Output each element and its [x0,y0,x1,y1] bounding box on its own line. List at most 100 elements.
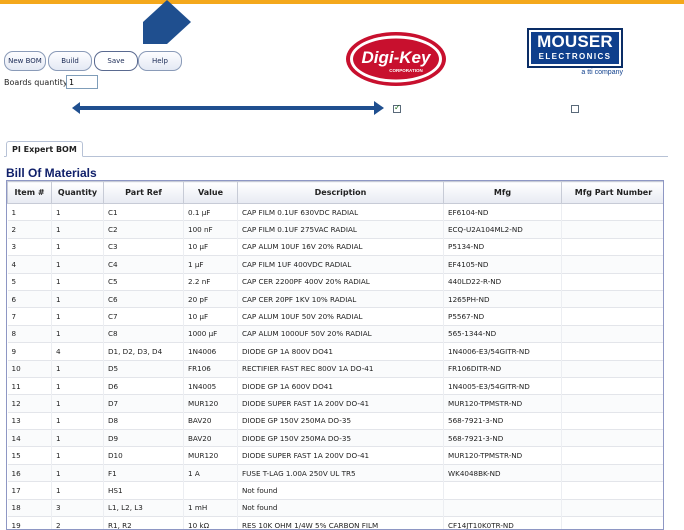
tab-pi-expert-bom[interactable]: PI Expert BOM [6,141,83,157]
tab-strip-divider [4,156,668,157]
table-cell: P5134-ND [444,238,562,255]
table-cell [562,343,665,360]
new-bom-button[interactable]: New BOM [4,51,46,71]
table-cell: 20 pF [184,290,238,307]
table-cell: C1 [104,204,184,221]
table-cell: C8 [104,325,184,342]
table-row[interactable]: 151D10MUR120DIODE SUPER FAST 1A 200V DO-… [8,447,665,464]
column-header[interactable]: Value [184,182,238,204]
table-cell: CAP FILM 0.1UF 275VAC RADIAL [238,221,444,238]
table-cell [562,360,665,377]
column-header[interactable]: Mfg Part Number [562,182,665,204]
table-cell: D7 [104,395,184,412]
table-cell: 10 kΩ [184,517,238,530]
table-cell: D8 [104,412,184,429]
table-cell: 14 [8,430,52,447]
table-cell: D1, D2, D3, D4 [104,343,184,360]
table-cell: 10 [8,360,52,377]
table-cell: 8 [8,325,52,342]
table-cell: FR106DITR-ND [444,360,562,377]
table-cell: 1 [52,395,104,412]
table-cell: 9 [8,343,52,360]
table-cell: CAP CER 2200PF 400V 20% RADIAL [238,273,444,290]
table-row[interactable]: 183L1, L2, L31 mHNot found [8,499,665,516]
table-row[interactable]: 71C710 µFCAP ALUM 10UF 50V 20% RADIALP55… [8,308,665,325]
table-cell: RECTIFIER FAST REC 800V 1A DO-41 [238,360,444,377]
table-cell: CAP ALUM 10UF 16V 20% RADIAL [238,238,444,255]
table-cell: EF4105-ND [444,256,562,273]
table-cell: DIODE SUPER FAST 1A 200V DO-41 [238,395,444,412]
table-row[interactable]: 94D1, D2, D3, D41N4006DIODE GP 1A 800V D… [8,343,665,360]
table-row[interactable]: 81C81000 µFCAP ALUM 1000UF 50V 20% RADIA… [8,325,665,342]
table-cell: MUR120-TPMSTR-ND [444,447,562,464]
column-header[interactable]: Description [238,182,444,204]
table-row[interactable]: 11C10.1 µFCAP FILM 0.1UF 630VDC RADIALEF… [8,204,665,221]
table-cell: 5 [8,273,52,290]
table-cell: CAP ALUM 1000UF 50V 20% RADIAL [238,325,444,342]
table-cell: 13 [8,412,52,429]
table-cell: 1 [52,204,104,221]
table-cell: C4 [104,256,184,273]
table-cell [562,238,665,255]
table-row[interactable]: 121D7MUR120DIODE SUPER FAST 1A 200V DO-4… [8,395,665,412]
table-cell: 0.1 µF [184,204,238,221]
table-cell: 1 [52,447,104,464]
table-cell: 1N4005 [184,377,238,394]
table-cell: MUR120 [184,395,238,412]
table-cell: 3 [8,238,52,255]
mouser-logo-sub: ELECTRONICS [529,51,621,63]
table-cell: DIODE GP 1A 800V DO41 [238,343,444,360]
table-cell: 12 [8,395,52,412]
column-header[interactable]: Item # [8,182,52,204]
table-cell: C2 [104,221,184,238]
table-cell: HS1 [104,482,184,499]
bom-table: Item #QuantityPart RefValueDescriptionMf… [7,181,664,530]
table-cell: 4 [8,256,52,273]
table-cell: 18 [8,499,52,516]
table-cell: BAV20 [184,430,238,447]
table-cell: D5 [104,360,184,377]
table-row[interactable]: 51C52.2 nFCAP CER 2200PF 400V 20% RADIAL… [8,273,665,290]
table-cell: D10 [104,447,184,464]
table-row[interactable]: 131D8BAV20DIODE GP 150V 250MA DO-35568-7… [8,412,665,429]
table-row[interactable]: 171HS1Not found [8,482,665,499]
save-button[interactable]: Save [94,51,138,71]
table-row[interactable]: 21C2100 nFCAP FILM 0.1UF 275VAC RADIALEC… [8,221,665,238]
column-header[interactable]: Part Ref [104,182,184,204]
table-cell [562,464,665,481]
column-header[interactable]: Mfg [444,182,562,204]
table-cell: 11 [8,377,52,394]
table-cell [184,482,238,499]
mouser-logo[interactable]: MOUSER ELECTRONICS a tti company [527,28,625,80]
table-row[interactable]: 61C620 pFCAP CER 20PF 1KV 10% RADIAL1265… [8,290,665,307]
table-row[interactable]: 31C310 µFCAP ALUM 10UF 16V 20% RADIALP51… [8,238,665,255]
table-cell: MUR120-TPMSTR-ND [444,395,562,412]
digikey-logo[interactable]: Digi-Key CORPORATION [344,30,448,88]
table-row[interactable]: 192R1, R210 kΩRES 10K OHM 1/4W 5% CARBON… [8,517,665,530]
table-cell: 440LD22-R-ND [444,273,562,290]
digikey-checkbox[interactable]: ✓ [393,105,401,113]
table-row[interactable]: 111D61N4005DIODE GP 1A 600V DO411N4005-E… [8,377,665,394]
checkmark-icon: ✓ [394,103,401,112]
table-cell: C5 [104,273,184,290]
table-row[interactable]: 161F11 AFUSE T-LAG 1.00A 250V UL TR5WK40… [8,464,665,481]
table-cell: 1 [52,290,104,307]
table-cell: 1N4006 [184,343,238,360]
table-row[interactable]: 41C41 µFCAP FILM 1UF 400VDC RADIALEF4105… [8,256,665,273]
table-cell: 1N4006-E3/54GITR-ND [444,343,562,360]
table-row[interactable]: 141D9BAV20DIODE GP 150V 250MA DO-35568-7… [8,430,665,447]
help-button[interactable]: Help [138,51,182,71]
boards-quantity-input[interactable] [66,75,98,89]
table-row[interactable]: 101D5FR106RECTIFIER FAST REC 800V 1A DO-… [8,360,665,377]
column-header[interactable]: Quantity [52,182,104,204]
table-cell [562,290,665,307]
table-cell: CAP FILM 1UF 400VDC RADIAL [238,256,444,273]
mouser-checkbox[interactable] [571,105,579,113]
mouser-logo-name: MOUSER [529,33,621,51]
table-cell: 19 [8,517,52,530]
build-button[interactable]: Build [48,51,92,71]
table-cell: 1 µF [184,256,238,273]
table-cell: P5567-ND [444,308,562,325]
table-cell: 15 [8,447,52,464]
table-cell [562,395,665,412]
